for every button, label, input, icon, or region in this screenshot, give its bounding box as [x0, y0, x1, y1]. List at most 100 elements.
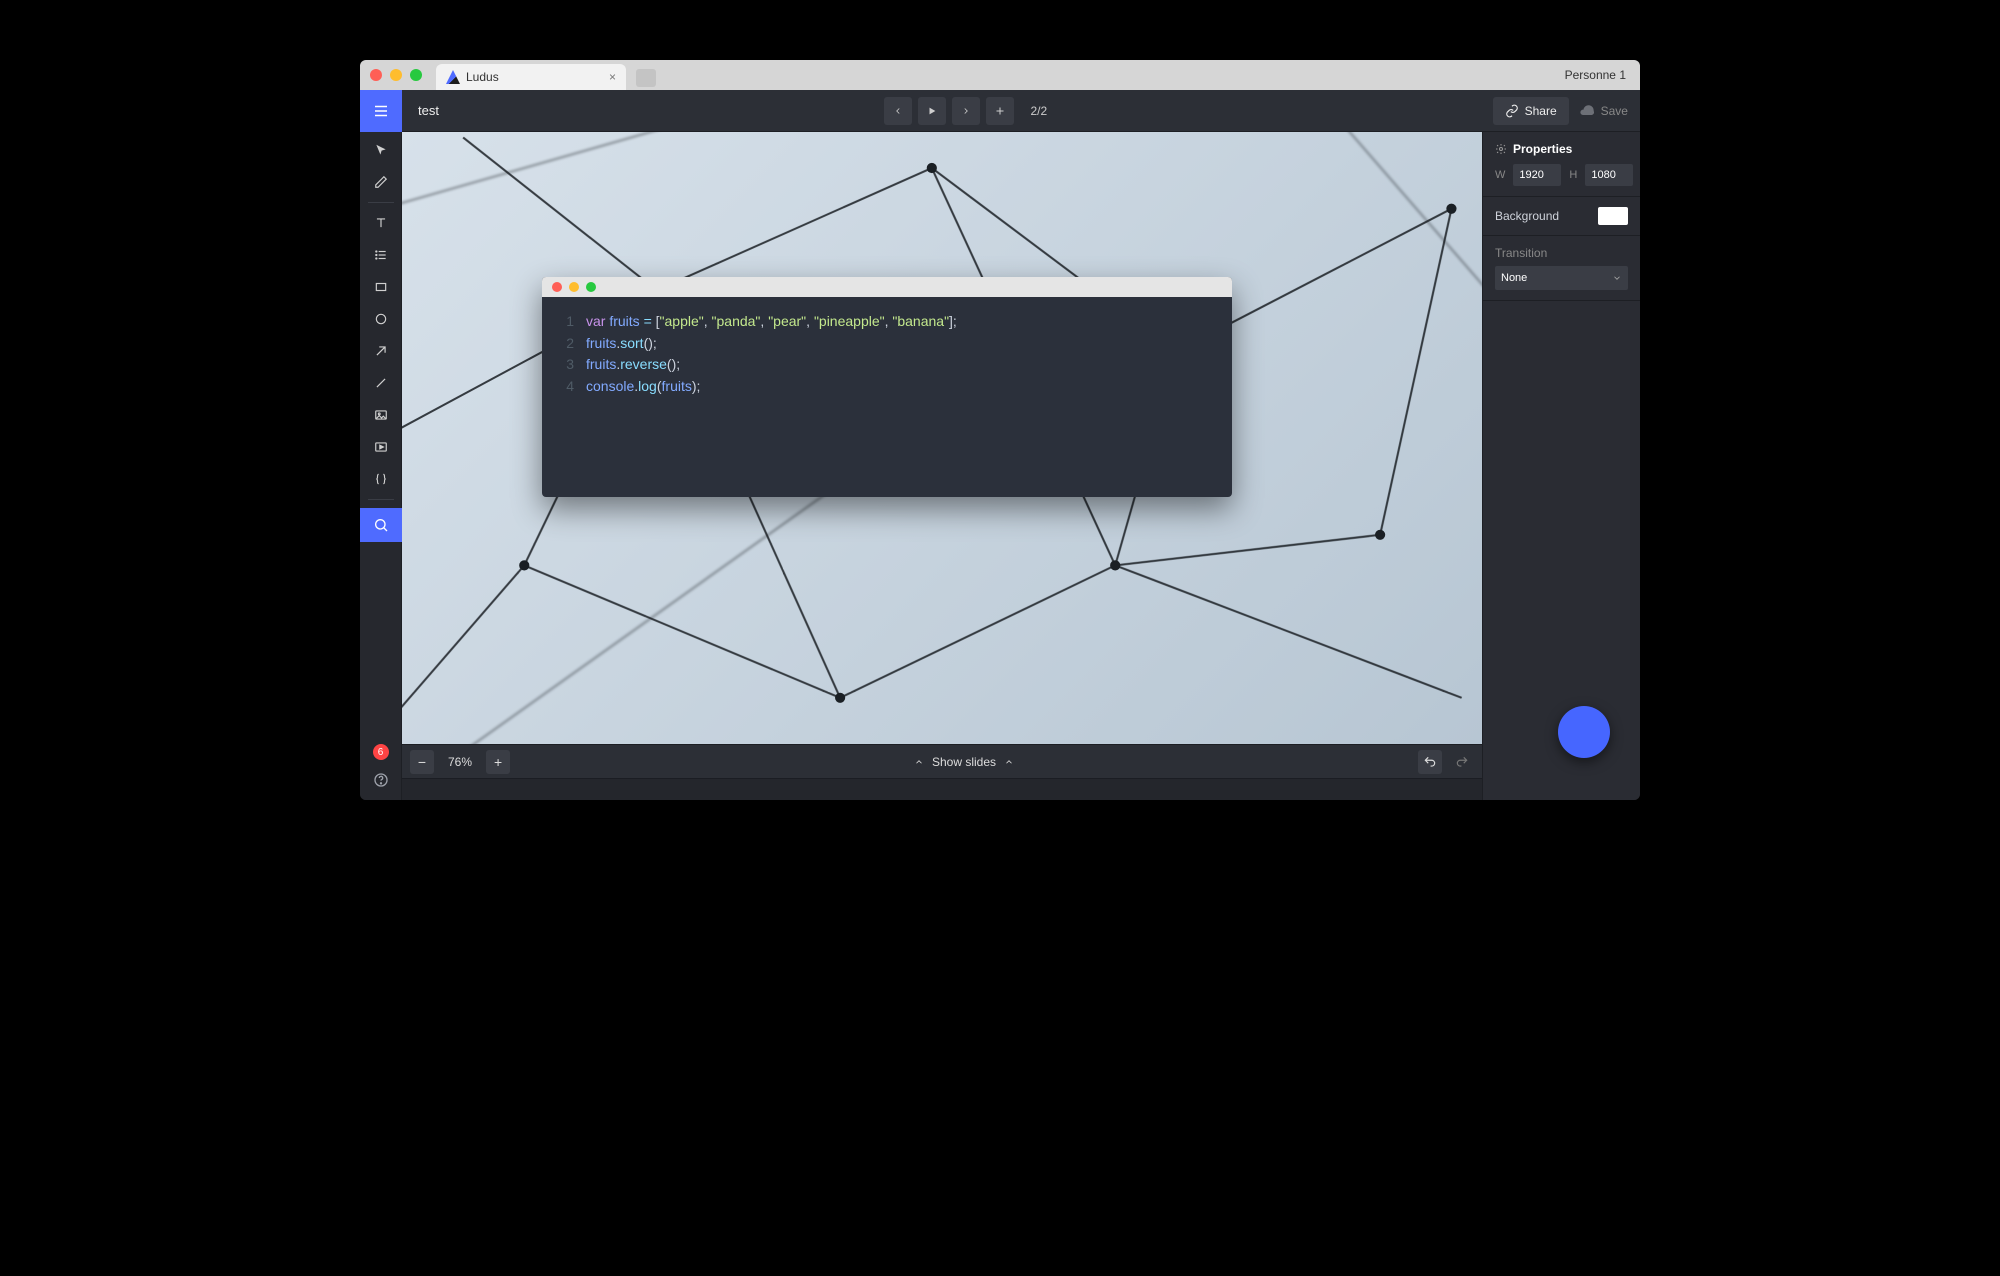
- next-slide-button[interactable]: [952, 97, 980, 125]
- code-window-titlebar: [542, 277, 1232, 297]
- zoom-level[interactable]: 76%: [442, 755, 478, 769]
- fab-button[interactable]: [1558, 706, 1610, 758]
- notification-count: 6: [378, 747, 384, 758]
- background-label: Background: [1495, 209, 1559, 223]
- chevron-left-icon: [893, 106, 903, 116]
- plus-icon: [994, 105, 1006, 117]
- text-tool[interactable]: [368, 211, 394, 235]
- square-icon: [374, 280, 388, 294]
- app-body: 6: [360, 132, 1640, 800]
- link-icon: [1505, 104, 1519, 118]
- canvas-footer: − 76% + Show slides: [402, 744, 1482, 778]
- properties-panel: Properties W H Background Transition: [1482, 132, 1640, 800]
- code-tool[interactable]: [368, 467, 394, 491]
- main-menu-button[interactable]: [360, 90, 402, 132]
- slide-nav-controls: 2/2: [884, 97, 1047, 125]
- save-label: Save: [1601, 104, 1628, 118]
- zoom-out-button[interactable]: −: [410, 750, 434, 774]
- window-close-button[interactable]: [370, 69, 382, 81]
- background-color-swatch[interactable]: [1598, 207, 1628, 225]
- undo-icon: [1423, 755, 1437, 769]
- zoom-in-button[interactable]: +: [486, 750, 510, 774]
- pen-tool[interactable]: [368, 170, 394, 194]
- browser-window: Ludus × Personne 1 test 2/2: [360, 60, 1640, 800]
- toolbar-separator: [368, 202, 394, 203]
- code-window-min-icon: [569, 282, 579, 292]
- chevron-down-icon: [1612, 273, 1622, 283]
- properties-title: Properties: [1513, 142, 1572, 156]
- code-block[interactable]: 1var fruits = ["apple", "panda", "pear",…: [542, 277, 1232, 497]
- transition-value: None: [1501, 272, 1527, 284]
- undo-redo-group: [1418, 750, 1474, 774]
- slide-canvas[interactable]: 1var fruits = ["apple", "panda", "pear",…: [402, 132, 1482, 744]
- save-button[interactable]: Save: [1579, 103, 1628, 119]
- canvas-area: 1var fruits = ["apple", "panda", "pear",…: [402, 132, 1482, 800]
- code-line: 4console.log(fruits);: [560, 376, 1214, 398]
- gear-icon: [1495, 143, 1507, 155]
- ellipse-tool[interactable]: [368, 307, 394, 331]
- code-window-max-icon: [586, 282, 596, 292]
- page-counter: 2/2: [1030, 104, 1047, 118]
- window-minimize-button[interactable]: [390, 69, 402, 81]
- chrome-profile-label[interactable]: Personne 1: [1561, 68, 1630, 82]
- select-tool[interactable]: [368, 138, 394, 162]
- width-input[interactable]: [1513, 164, 1561, 186]
- arrow-icon: [374, 344, 388, 358]
- redo-icon: [1455, 755, 1469, 769]
- toolbar-separator: [368, 499, 394, 500]
- line-icon: [374, 376, 388, 390]
- arrow-tool[interactable]: [368, 339, 394, 363]
- video-tool[interactable]: [368, 435, 394, 459]
- help-button[interactable]: [368, 768, 394, 792]
- rectangle-tool[interactable]: [368, 275, 394, 299]
- header-actions: Share Save: [1493, 97, 1628, 125]
- notifications-badge[interactable]: 6: [373, 744, 389, 760]
- image-tool[interactable]: [368, 403, 394, 427]
- close-tab-icon[interactable]: ×: [609, 70, 616, 84]
- code-line: 3fruits.reverse();: [560, 354, 1214, 376]
- show-slides-toggle[interactable]: Show slides: [914, 755, 1014, 769]
- bottom-strip: [402, 778, 1482, 800]
- chevron-right-icon: [961, 106, 971, 116]
- menu-icon: [372, 102, 390, 120]
- ludus-favicon-icon: [446, 70, 460, 84]
- prev-slide-button[interactable]: [884, 97, 912, 125]
- cloud-icon: [1579, 103, 1595, 119]
- height-input[interactable]: [1585, 164, 1633, 186]
- redo-button[interactable]: [1450, 750, 1474, 774]
- undo-button[interactable]: [1418, 750, 1442, 774]
- code-body: 1var fruits = ["apple", "panda", "pear",…: [542, 297, 1232, 497]
- height-label: H: [1569, 169, 1577, 181]
- help-icon: [373, 772, 389, 788]
- app-header: test 2/2 Share: [360, 90, 1640, 132]
- video-icon: [374, 440, 388, 454]
- add-slide-button[interactable]: [986, 97, 1014, 125]
- window-maximize-button[interactable]: [410, 69, 422, 81]
- document-title[interactable]: test: [418, 103, 439, 118]
- play-presentation-button[interactable]: [918, 97, 946, 125]
- circle-icon: [374, 312, 388, 326]
- line-tool[interactable]: [368, 371, 394, 395]
- transition-select[interactable]: None: [1495, 266, 1628, 290]
- new-tab-button[interactable]: [636, 69, 656, 87]
- code-line: 2fruits.sort();: [560, 333, 1214, 355]
- window-traffic-lights: [370, 69, 422, 81]
- transition-label: Transition: [1495, 246, 1628, 260]
- pencil-icon: [374, 175, 388, 189]
- chrome-tabbar: Ludus × Personne 1: [360, 60, 1640, 90]
- list-tool[interactable]: [368, 243, 394, 267]
- left-toolbar: 6: [360, 132, 402, 800]
- browser-tab-title: Ludus: [466, 70, 499, 84]
- width-label: W: [1495, 169, 1505, 181]
- share-button[interactable]: Share: [1493, 97, 1569, 125]
- code-window-close-icon: [552, 282, 562, 292]
- show-slides-label: Show slides: [932, 755, 996, 769]
- browser-tab[interactable]: Ludus ×: [436, 64, 626, 90]
- search-icon: [373, 517, 389, 533]
- search-tool[interactable]: [360, 508, 402, 542]
- chevron-up-icon: [914, 757, 924, 767]
- text-icon: [374, 216, 388, 230]
- code-line: 1var fruits = ["apple", "panda", "pear",…: [560, 311, 1214, 333]
- image-icon: [374, 408, 388, 422]
- share-label: Share: [1525, 104, 1557, 118]
